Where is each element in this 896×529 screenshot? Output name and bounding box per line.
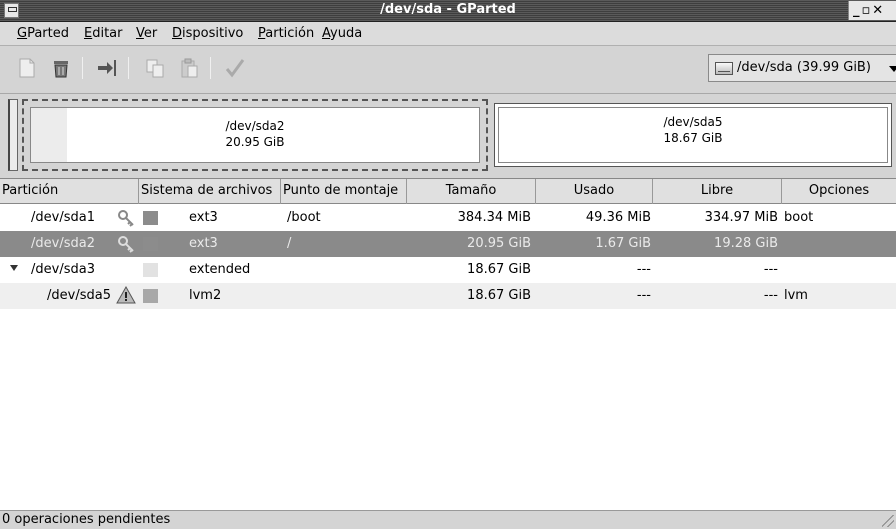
header-particion[interactable]: Partición [0,179,139,204]
resize-grip-icon[interactable] [882,515,894,527]
cell-filesystem: ext3 [189,210,218,225]
cell-filesystem: extended [189,262,251,277]
chevron-down-icon [889,66,896,72]
filesystem-color-swatch [143,263,158,277]
header-sistema-archivos[interactable]: Sistema de archivos [139,179,281,204]
diskmap-sda2-size: 20.95 GiB [225,135,285,149]
cell-used: 1.67 GiB [595,236,651,251]
cell-partition: /dev/sda1 [31,210,95,225]
cell-used: --- [636,262,651,277]
key-icon [118,236,134,253]
diskmap-sda5-name: /dev/sda5 [663,115,723,129]
copy-icon[interactable] [144,57,166,79]
cell-partition: /dev/sda3 [31,262,95,277]
header-usado[interactable]: Usado [536,179,653,204]
cell-size: 18.67 GiB [467,288,531,303]
cell-used: --- [636,288,651,303]
table-row-selected[interactable]: /dev/sda2 ext3 / 20.95 GiB 1.67 GiB 19.2… [0,231,896,257]
key-icon [118,210,134,227]
toolbar-separator [128,57,129,79]
disk-map: /dev/sda2 20.95 GiB /dev/sda5 18.67 GiB [0,95,896,177]
new-partition-icon[interactable] [16,57,38,79]
header-punto-montaje[interactable]: Punto de montaje [281,179,407,204]
partition-table: Partición Sistema de archivos Punto de m… [0,178,896,510]
cell-mountpoint: /boot [287,210,321,225]
table-row[interactable]: /dev/sda1 ext3 /boot 384.34 MiB 49.36 Mi… [0,205,896,231]
cell-partition: /dev/sda5 [47,288,111,303]
menu-particion[interactable]: Partición [258,26,314,41]
device-selector-label: /dev/sda (39.99 GiB) [737,60,871,75]
status-bar: 0 operaciones pendientes [0,510,896,529]
window-title: /dev/sda - GParted [380,2,516,17]
menu-dispositivo[interactable]: Dispositivo [172,26,243,41]
cell-size: 18.67 GiB [467,262,531,277]
resize-move-icon[interactable] [96,57,118,79]
cell-size: 384.34 MiB [457,210,531,225]
title-bar: /dev/sda - GParted _▫✕ [0,0,896,22]
device-selector[interactable]: /dev/sda (39.99 GiB) [708,54,896,82]
delete-icon[interactable] [50,57,72,79]
toolbar-separator [82,57,83,79]
diskmap-sda5[interactable]: /dev/sda5 18.67 GiB [494,103,892,167]
table-row[interactable]: /dev/sda5 lvm2 18.67 GiB --- --- lvm [0,283,896,309]
cell-used: 49.36 MiB [585,210,651,225]
cell-free: --- [763,262,778,277]
cell-free: 19.28 GiB [714,236,778,251]
warning-icon [116,286,136,304]
table-row[interactable]: /dev/sda3 extended 18.67 GiB --- --- [0,257,896,283]
cell-free: --- [763,288,778,303]
header-libre[interactable]: Libre [653,179,782,204]
filesystem-color-swatch [143,211,158,225]
harddisk-icon [715,62,733,75]
cell-partition: /dev/sda2 [31,236,95,251]
expander-arrow-icon[interactable] [10,265,18,271]
diskmap-sda2-name: /dev/sda2 [225,119,285,133]
toolbar-separator [210,57,211,79]
menu-ayuda[interactable]: Ayuda [322,26,362,41]
cell-mountpoint: / [287,236,292,251]
menu-gparted[interactable]: GParted [17,26,69,41]
header-tamano[interactable]: Tamaño [407,179,536,204]
diskmap-sda2[interactable]: /dev/sda2 20.95 GiB [22,99,488,171]
apply-check-icon[interactable] [224,57,246,79]
diskmap-sda1[interactable] [8,99,18,171]
cell-flags: boot [784,210,814,225]
menu-ver[interactable]: Ver [136,26,157,41]
toolbar: /dev/sda (39.99 GiB) [0,46,896,94]
filesystem-color-swatch [143,289,158,303]
cell-filesystem: ext3 [189,236,218,251]
filesystem-color-swatch [143,237,158,251]
window-controls[interactable]: _▫✕ [848,1,896,20]
menu-bar: GParted Editar Ver Dispositivo Partición… [0,22,896,46]
status-text: 0 operaciones pendientes [2,512,171,527]
table-header: Partición Sistema de archivos Punto de m… [0,179,896,204]
diskmap-sda5-size: 18.67 GiB [663,131,723,145]
cell-flags: lvm [784,288,808,303]
paste-icon[interactable] [178,57,200,79]
menu-editar[interactable]: Editar [84,26,123,41]
cell-filesystem: lvm2 [189,288,222,303]
cell-free: 334.97 MiB [704,210,778,225]
header-opciones[interactable]: Opciones [782,179,896,204]
cell-size: 20.95 GiB [467,236,531,251]
